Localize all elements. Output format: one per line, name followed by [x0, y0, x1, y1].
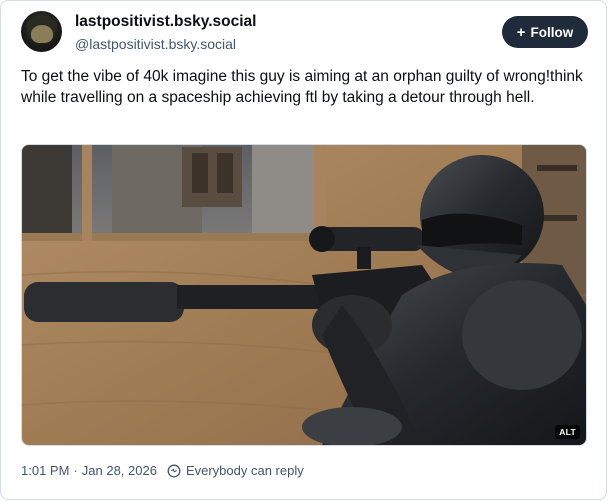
- meta-separator: ·: [73, 463, 78, 478]
- author-display-name[interactable]: lastpositivist.bsky.social: [75, 13, 256, 31]
- post-image[interactable]: ALT: [21, 144, 587, 446]
- globe-icon: [167, 464, 181, 478]
- post-meta: 1:01 PM · Jan 28, 2026 Everybody can rep…: [21, 463, 304, 478]
- post-date[interactable]: Jan 28, 2026: [82, 463, 157, 478]
- author-handle[interactable]: @lastpositivist.bsky.social: [75, 36, 236, 52]
- avatar-face-shape: [31, 25, 53, 43]
- plus-icon: +: [516, 23, 526, 41]
- follow-button[interactable]: + Follow: [502, 16, 588, 48]
- post-card: lastpositivist.bsky.social @lastpositivi…: [0, 0, 607, 500]
- author-avatar[interactable]: [21, 11, 62, 52]
- follow-button-label: Follow: [530, 24, 574, 40]
- post-text: To get the vibe of 40k imagine this guy …: [21, 68, 583, 106]
- alt-text-badge[interactable]: ALT: [555, 425, 580, 439]
- knight-sniper-photo: [22, 145, 586, 445]
- reply-setting[interactable]: Everybody can reply: [186, 463, 304, 478]
- post-time[interactable]: 1:01 PM: [21, 463, 69, 478]
